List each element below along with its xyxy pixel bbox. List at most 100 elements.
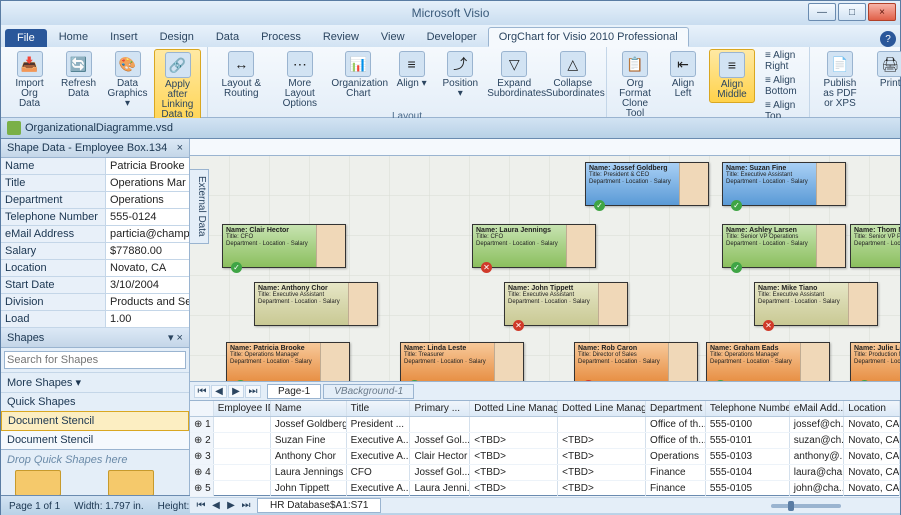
grid-header[interactable]: Name: [271, 401, 347, 416]
grid-header[interactable]: Department: [646, 401, 706, 416]
grid-row[interactable]: ⊕ 2Suzan FineExecutive A...Jossef Gol...…: [190, 433, 900, 449]
property-value[interactable]: Products and Se: [106, 294, 189, 310]
sheet-first-icon[interactable]: ⏮: [194, 500, 208, 511]
grid-header[interactable]: Employee ID: [214, 401, 271, 416]
ribbon-button[interactable]: ⋯More Layout Options: [273, 49, 328, 111]
page-prev-icon[interactable]: ◀: [211, 385, 227, 398]
ribbon-button[interactable]: ▽Expand Subordinates: [487, 49, 542, 101]
employee-box[interactable]: Name: Ashley LarsenTitle: Senior VP Oper…: [722, 224, 846, 268]
property-value[interactable]: $77880.00: [106, 243, 189, 259]
property-value[interactable]: Operations: [106, 192, 189, 208]
property-row[interactable]: Telephone Number555-0124: [1, 209, 189, 226]
file-tab[interactable]: File: [5, 29, 47, 47]
grid-header[interactable]: Title: [347, 401, 411, 416]
ribbon-button[interactable]: 🎨Data Graphics ▾: [105, 49, 150, 111]
grid-header[interactable]: Location: [844, 401, 900, 416]
ribbon-button[interactable]: ≡Align Middle: [709, 49, 755, 103]
search-shapes-input[interactable]: [4, 351, 186, 369]
shapes-group[interactable]: More Shapes ▾: [1, 372, 189, 392]
page-last-icon[interactable]: ⏭: [245, 385, 261, 398]
ribbon-tab[interactable]: OrgChart for Visio 2010 Professional: [488, 27, 689, 47]
property-row[interactable]: LocationNovato, CA: [1, 260, 189, 277]
employee-box[interactable]: Name: Patricia BrookeTitle: Operations M…: [226, 342, 350, 381]
employee-box[interactable]: Name: Mike TianoTitle: Executive Assista…: [754, 282, 878, 326]
ribbon-button[interactable]: ≡Align ▾: [390, 49, 434, 91]
property-value[interactable]: Operations Mar: [106, 175, 189, 191]
property-value[interactable]: 3/10/2004: [106, 277, 189, 293]
pane-menu-icon[interactable]: ▾ ×: [168, 331, 183, 344]
property-row[interactable]: Start Date3/10/2004: [1, 277, 189, 294]
shapes-group[interactable]: Document Stencil: [1, 411, 189, 431]
property-value[interactable]: 555-0124: [106, 209, 189, 225]
property-row[interactable]: eMail Addressparticia@champ: [1, 226, 189, 243]
ribbon-button[interactable]: △Collapse Subordinates: [546, 49, 601, 101]
property-value[interactable]: 1.00: [106, 311, 189, 327]
close-button[interactable]: ×: [868, 3, 896, 21]
employee-box[interactable]: Name: Julie LenehanTitle: Production Man…: [850, 342, 900, 381]
property-row[interactable]: Salary$77880.00: [1, 243, 189, 260]
grid-header[interactable]: Primary ...: [410, 401, 470, 416]
grid-header[interactable]: Dotted Line Manager 1: [470, 401, 558, 416]
property-value[interactable]: Patricia Brooke: [106, 158, 189, 174]
grid-header[interactable]: [190, 401, 214, 416]
grid-header[interactable]: eMail Add...: [790, 401, 844, 416]
ribbon-tab[interactable]: Data: [205, 27, 250, 47]
ribbon-button[interactable]: 📋Org Format Clone Tool: [613, 49, 657, 121]
employee-box[interactable]: Name: Linda LesteTitle: TreasurerDepartm…: [400, 342, 524, 381]
sheet-last-icon[interactable]: ⏭: [239, 500, 253, 511]
property-row[interactable]: DivisionProducts and Se: [1, 294, 189, 311]
grid-header[interactable]: Telephone Number: [706, 401, 790, 416]
employee-box[interactable]: Name: Anthony ChorTitle: Executive Assis…: [254, 282, 378, 326]
employee-box[interactable]: Name: Jossef GoldbergTitle: President & …: [585, 162, 709, 206]
align-option[interactable]: ≡ Align Bottom: [759, 74, 803, 98]
ribbon-button[interactable]: 🖨Print: [868, 49, 901, 91]
minimize-button[interactable]: —: [808, 3, 836, 21]
sheet-prev-icon[interactable]: ◀: [209, 500, 223, 511]
grid-row[interactable]: ⊕ 5John TippettExecutive A...Laura Jenni…: [190, 481, 900, 497]
employee-box[interactable]: Name: John TippettTitle: Executive Assis…: [504, 282, 628, 326]
ribbon-button[interactable]: 📄Publish as PDF or XPS: [816, 49, 864, 111]
property-row[interactable]: TitleOperations Mar: [1, 175, 189, 192]
page-tab[interactable]: Page-1: [267, 384, 321, 399]
property-row[interactable]: Load1.00: [1, 311, 189, 328]
ribbon-button[interactable]: 📥Import Org Data: [7, 49, 52, 111]
grid-row[interactable]: ⊕ 1Jossef GoldbergPresident ...Office of…: [190, 417, 900, 433]
ribbon-button[interactable]: ↔Layout & Routing: [214, 49, 269, 101]
pane-close-icon[interactable]: ×: [177, 142, 183, 154]
ribbon-tab[interactable]: Developer: [416, 27, 488, 47]
maximize-button[interactable]: □: [838, 3, 866, 21]
property-value[interactable]: Novato, CA: [106, 260, 189, 276]
employee-box[interactable]: Name: Thom McCannTitle: Senior VP Produc…: [850, 224, 900, 268]
property-row[interactable]: DepartmentOperations: [1, 192, 189, 209]
page-first-icon[interactable]: ⏮: [194, 385, 210, 398]
ribbon-button[interactable]: ⤴Position ▾: [438, 49, 483, 101]
property-row[interactable]: NamePatricia Brooke: [1, 158, 189, 175]
ribbon-tab[interactable]: Home: [48, 27, 99, 47]
employee-box[interactable]: Name: Rob CaronTitle: Director of SalesD…: [574, 342, 698, 381]
employee-box[interactable]: Name: Graham EadsTitle: Operations Manag…: [706, 342, 830, 381]
page-next-icon[interactable]: ▶: [228, 385, 244, 398]
ribbon-tab[interactable]: Review: [312, 27, 370, 47]
external-data-tab[interactable]: External Data: [189, 169, 209, 244]
employee-box[interactable]: Name: Suzan FineTitle: Executive Assista…: [722, 162, 846, 206]
help-icon[interactable]: ?: [880, 31, 896, 47]
grid-row[interactable]: ⊕ 3Anthony ChorExecutive A...Clair Hecto…: [190, 449, 900, 465]
employee-box[interactable]: Name: Clair HectorTitle: CFODepartment ·…: [222, 224, 346, 268]
zoom-slider[interactable]: [771, 504, 841, 508]
background-tab[interactable]: VBackground-1: [323, 384, 414, 399]
ribbon-tab[interactable]: Process: [250, 27, 312, 47]
sheet-tab[interactable]: HR Database$A1:S71: [257, 498, 381, 513]
shapes-group[interactable]: Quick Shapes: [1, 392, 189, 411]
sheet-next-icon[interactable]: ▶: [224, 500, 238, 511]
ribbon-button[interactable]: 🔄Refresh Data: [56, 49, 101, 101]
property-value[interactable]: particia@champ: [106, 226, 189, 242]
grid-row[interactable]: ⊕ 4Laura JenningsCFOJossef Gol...<TBD><T…: [190, 465, 900, 481]
align-option[interactable]: ≡ Align Right: [759, 49, 803, 73]
ribbon-button[interactable]: 📊Organization Chart: [331, 49, 386, 101]
employee-box[interactable]: Name: Laura JenningsTitle: CFODepartment…: [472, 224, 596, 268]
ribbon-tab[interactable]: Insert: [99, 27, 149, 47]
ribbon-tab[interactable]: View: [370, 27, 416, 47]
grid-header[interactable]: Dotted Line Manager 2: [558, 401, 646, 416]
ribbon-button[interactable]: ⇤Align Left: [661, 49, 705, 101]
ribbon-tab[interactable]: Design: [149, 27, 205, 47]
